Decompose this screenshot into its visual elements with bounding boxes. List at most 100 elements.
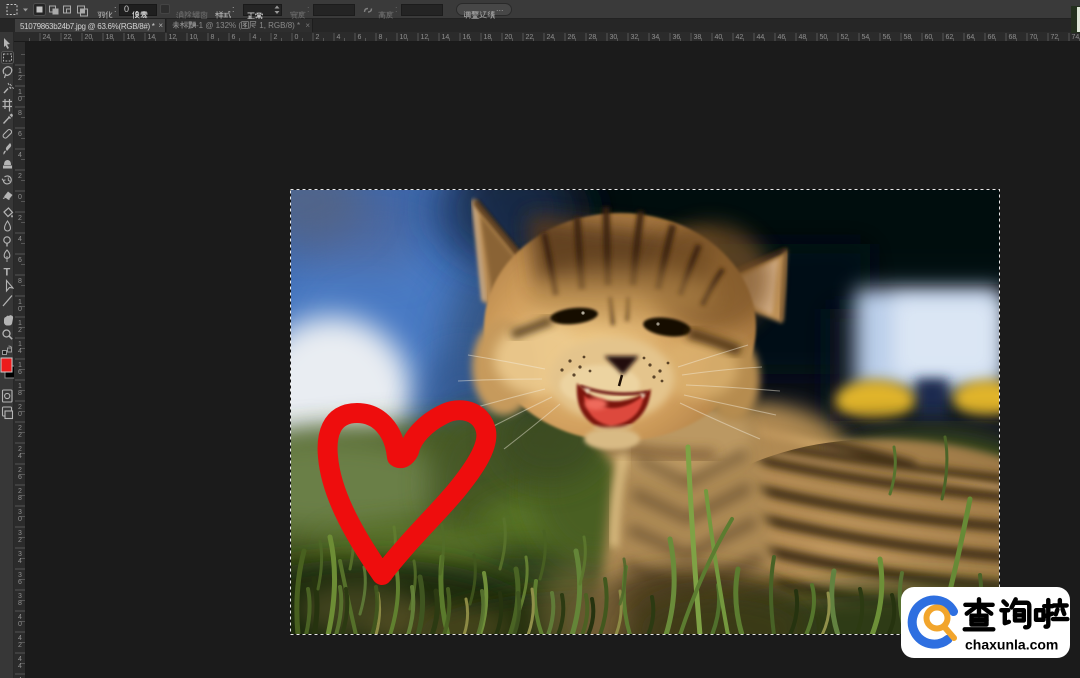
svg-text:22: 22 — [64, 34, 72, 41]
svg-text:0: 0 — [18, 516, 22, 523]
svg-text:62: 62 — [946, 34, 954, 41]
svg-text:1: 1 — [18, 68, 22, 75]
svg-text:44: 44 — [757, 34, 765, 41]
svg-text:2: 2 — [18, 537, 22, 544]
svg-text:1: 1 — [18, 383, 22, 390]
svg-text:3: 3 — [18, 593, 22, 600]
svg-text:4: 4 — [18, 663, 22, 670]
svg-text:16: 16 — [127, 34, 135, 41]
svg-text:4: 4 — [18, 152, 22, 159]
svg-text:50: 50 — [820, 34, 828, 41]
svg-text:22: 22 — [526, 34, 534, 41]
svg-text:26: 26 — [568, 34, 576, 41]
svg-text:38: 38 — [694, 34, 702, 41]
svg-text:2: 2 — [316, 34, 320, 41]
svg-text:2: 2 — [18, 488, 22, 495]
svg-text:24: 24 — [547, 34, 555, 41]
svg-text:2: 2 — [18, 432, 22, 439]
svg-text:8: 8 — [211, 34, 215, 41]
svg-text:chaxunla.com: chaxunla.com — [965, 637, 1058, 653]
svg-text:10: 10 — [190, 34, 198, 41]
svg-text:1: 1 — [18, 320, 22, 327]
svg-text:28: 28 — [589, 34, 597, 41]
svg-text:66: 66 — [988, 34, 996, 41]
svg-text:72: 72 — [1051, 34, 1059, 41]
svg-text:6: 6 — [18, 474, 22, 481]
svg-text:2: 2 — [18, 404, 22, 411]
svg-text:56: 56 — [883, 34, 891, 41]
svg-text:2: 2 — [18, 215, 22, 222]
svg-text:T: T — [4, 267, 11, 279]
svg-text:54: 54 — [862, 34, 870, 41]
svg-text:46: 46 — [778, 34, 786, 41]
svg-text:12: 12 — [169, 34, 177, 41]
svg-text:6: 6 — [18, 257, 22, 264]
svg-text:2: 2 — [18, 446, 22, 453]
svg-text:0: 0 — [18, 194, 22, 201]
svg-text:4: 4 — [18, 453, 22, 460]
svg-text:8: 8 — [18, 495, 22, 502]
svg-text:2: 2 — [18, 642, 22, 649]
svg-text:4: 4 — [18, 656, 22, 663]
svg-text:0: 0 — [18, 306, 22, 313]
svg-text:68: 68 — [1009, 34, 1017, 41]
svg-text:1: 1 — [18, 362, 22, 369]
svg-text:0: 0 — [295, 34, 299, 41]
svg-text:4: 4 — [18, 348, 22, 355]
svg-text:3: 3 — [18, 509, 22, 516]
svg-text:0: 0 — [18, 96, 22, 103]
svg-text:2: 2 — [18, 173, 22, 180]
svg-text:8: 8 — [18, 278, 22, 285]
svg-text:24: 24 — [43, 34, 51, 41]
svg-text:18: 18 — [106, 34, 114, 41]
svg-text:18: 18 — [484, 34, 492, 41]
svg-text:4: 4 — [337, 34, 341, 41]
svg-text:3: 3 — [18, 530, 22, 537]
svg-text:2: 2 — [18, 467, 22, 474]
svg-text:2: 2 — [18, 75, 22, 82]
svg-text:58: 58 — [904, 34, 912, 41]
svg-text:16: 16 — [463, 34, 471, 41]
svg-text:14: 14 — [148, 34, 156, 41]
svg-text:1: 1 — [18, 341, 22, 348]
svg-text:74: 74 — [1072, 34, 1080, 41]
svg-text:48: 48 — [799, 34, 807, 41]
svg-text:0: 0 — [18, 411, 22, 418]
svg-text:52: 52 — [841, 34, 849, 41]
svg-text:1: 1 — [18, 89, 22, 96]
svg-text:6: 6 — [358, 34, 362, 41]
svg-text:0: 0 — [18, 621, 22, 628]
svg-text:6: 6 — [232, 34, 236, 41]
svg-text:3: 3 — [18, 572, 22, 579]
svg-text:6: 6 — [18, 131, 22, 138]
svg-text:34: 34 — [652, 34, 660, 41]
svg-text:4: 4 — [253, 34, 257, 41]
svg-text:36: 36 — [673, 34, 681, 41]
svg-text:20: 20 — [505, 34, 513, 41]
svg-text:8: 8 — [18, 110, 22, 117]
svg-text:2: 2 — [18, 425, 22, 432]
svg-text:4: 4 — [18, 635, 22, 642]
svg-text:70: 70 — [1030, 34, 1038, 41]
svg-text:20: 20 — [85, 34, 93, 41]
svg-text:1: 1 — [18, 299, 22, 306]
svg-text:4: 4 — [18, 236, 22, 243]
svg-text:4: 4 — [18, 558, 22, 565]
svg-text:40: 40 — [715, 34, 723, 41]
svg-text:8: 8 — [18, 600, 22, 607]
svg-text:2: 2 — [18, 327, 22, 334]
svg-text:4: 4 — [18, 614, 22, 621]
svg-text:60: 60 — [925, 34, 933, 41]
svg-text:8: 8 — [379, 34, 383, 41]
svg-text:6: 6 — [18, 369, 22, 376]
svg-text:3: 3 — [18, 551, 22, 558]
svg-text:32: 32 — [631, 34, 639, 41]
svg-text:12: 12 — [421, 34, 429, 41]
svg-text:64: 64 — [967, 34, 975, 41]
svg-text:6: 6 — [18, 579, 22, 586]
svg-text:2: 2 — [274, 34, 278, 41]
svg-text:42: 42 — [736, 34, 744, 41]
svg-text:14: 14 — [442, 34, 450, 41]
svg-text:8: 8 — [18, 390, 22, 397]
svg-text:10: 10 — [400, 34, 408, 41]
